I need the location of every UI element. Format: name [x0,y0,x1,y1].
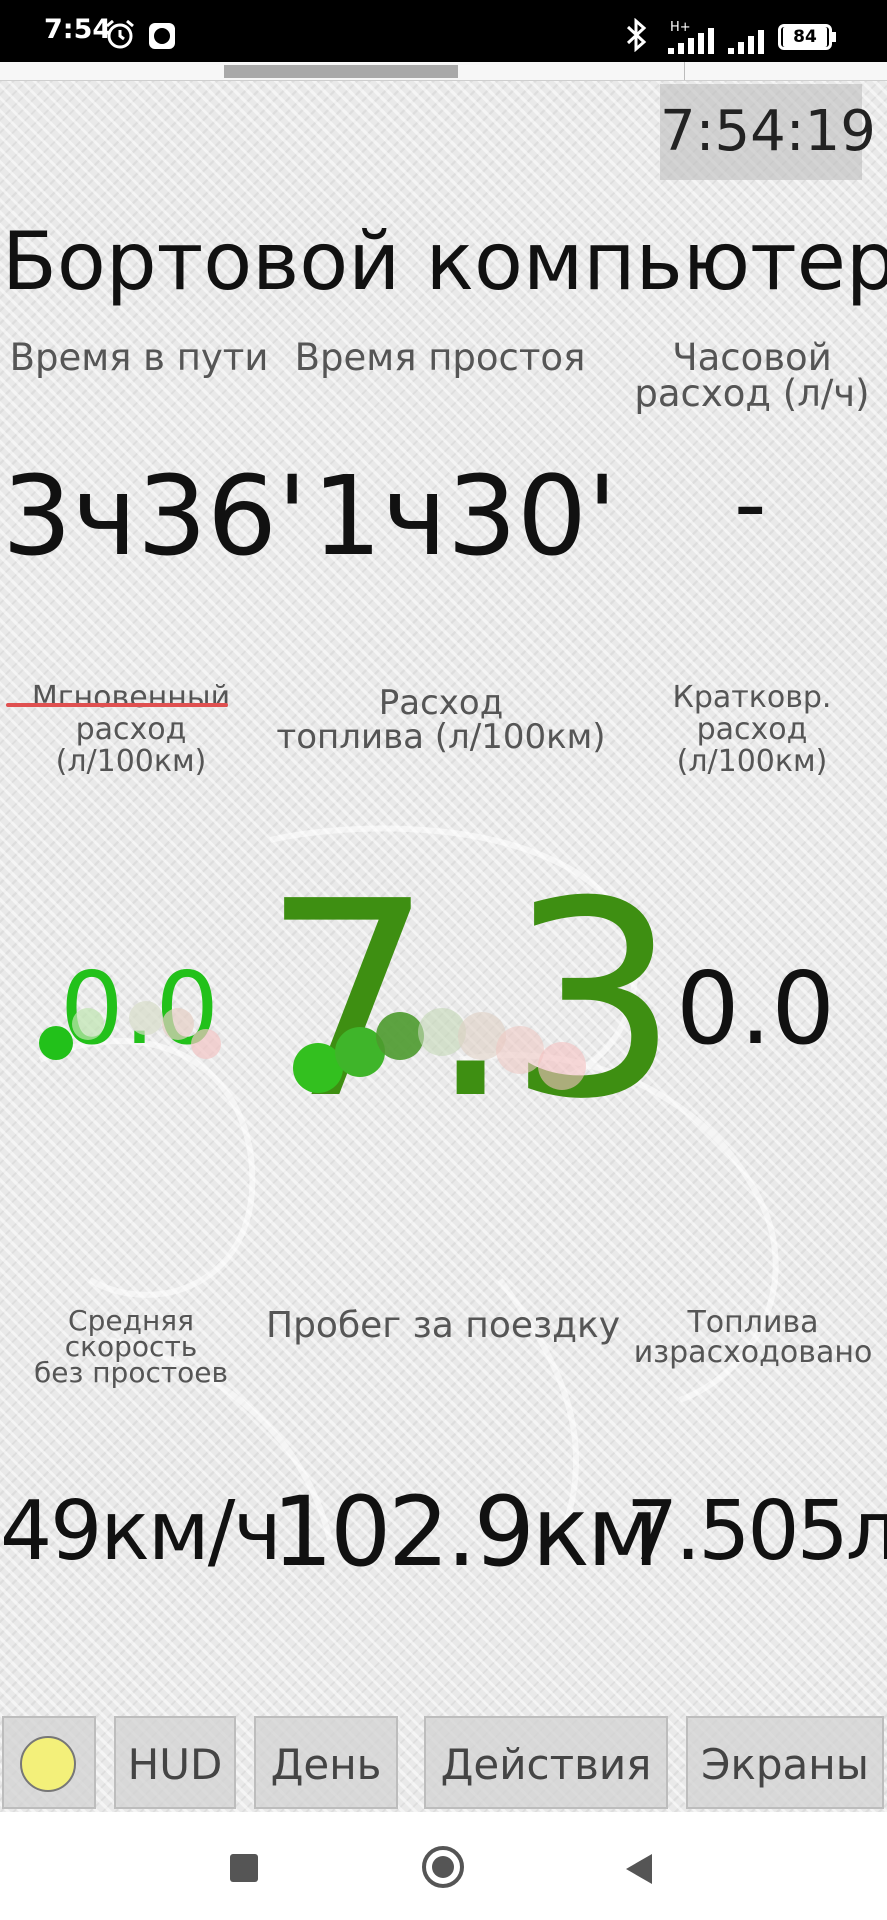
label-spent-line1: Топлива [687,1305,819,1340]
consumption-trend-dots [39,1001,586,1093]
battery-icon: 84 [778,24,832,50]
label-fuel-line2: топлива (л/100км) [276,717,606,757]
page-title: Бортовой компьютер [2,215,887,308]
label-travel-time: Время в пути [9,336,269,379]
bluetooth-icon [626,18,647,52]
value-travel-time: 3ч36' [2,452,308,580]
recent-apps-button[interactable] [230,1854,258,1882]
yellow-indicator-icon [20,1736,76,1792]
actions-button[interactable]: Действия [424,1716,668,1809]
page-indicator-active [224,65,458,78]
page-indicator-divider [684,62,685,80]
label-short-consumption: Кратковр. расход (л/100км) [620,682,884,778]
label-trip-distance: Пробег за поездку [266,1305,621,1346]
back-button[interactable] [624,1852,656,1886]
value-fuel-spent: 7.505л [626,1484,887,1579]
hud-button[interactable]: HUD [114,1716,236,1809]
value-hourly-consumption: - [734,452,767,557]
app-notification-icon [149,23,175,49]
instant-label-underline [6,703,228,707]
label-hourly-consumption: Часовой расход (л/ч) [620,336,884,415]
battery-tip [832,32,836,42]
screen-page-indicator [0,62,887,81]
label-fuel-consumption: Расход топлива (л/100км) [270,686,612,754]
value-short-consumption: 0.0 [676,950,836,1067]
label-idle-time: Время простоя [294,336,586,379]
label-instant-consumption: Мгновенный расход (л/100км) [0,682,262,778]
home-button[interactable] [422,1846,464,1888]
clock-display: 7:54:19 [660,84,876,180]
label-fuel-spent: Топлива израсходовано [622,1308,884,1368]
system-nav-bar [0,1812,887,1920]
label-instant-line2: расход (л/100км) [55,712,207,779]
screens-button[interactable]: Экраны [686,1716,884,1809]
label-fuel-line1: Расход [378,683,504,723]
signal-strength-icon-2 [728,30,764,54]
status-bar: 7:54 H+ 84 [0,0,887,62]
battery-level: 84 [783,27,827,47]
label-average-speed: Средняя скорость без простоев [0,1304,262,1389]
day-button[interactable]: День [254,1716,398,1809]
value-idle-time: 1ч30' [312,452,618,580]
value-trip-distance: 102.9км [272,1476,659,1588]
home-dot-icon [432,1856,454,1878]
label-hourly-line2: расход (л/ч) [634,372,870,415]
alarm-icon [106,20,134,49]
label-short-line2: расход (л/100км) [676,712,828,779]
status-time: 7:54 [44,14,112,45]
label-hourly-line1: Часовой [672,336,832,379]
label-instant-line1: Мгновенный [31,680,231,715]
label-spent-line2: израсходовано [633,1335,873,1370]
label-avg-line1: Средняя скорость [64,1304,198,1363]
signal-strength-icon [668,28,714,54]
label-short-line1: Кратковр. [672,680,832,715]
value-average-speed: 49км/ч [0,1484,282,1579]
status-indicator-button[interactable] [2,1716,96,1809]
label-avg-line2: без простоев [33,1356,229,1389]
